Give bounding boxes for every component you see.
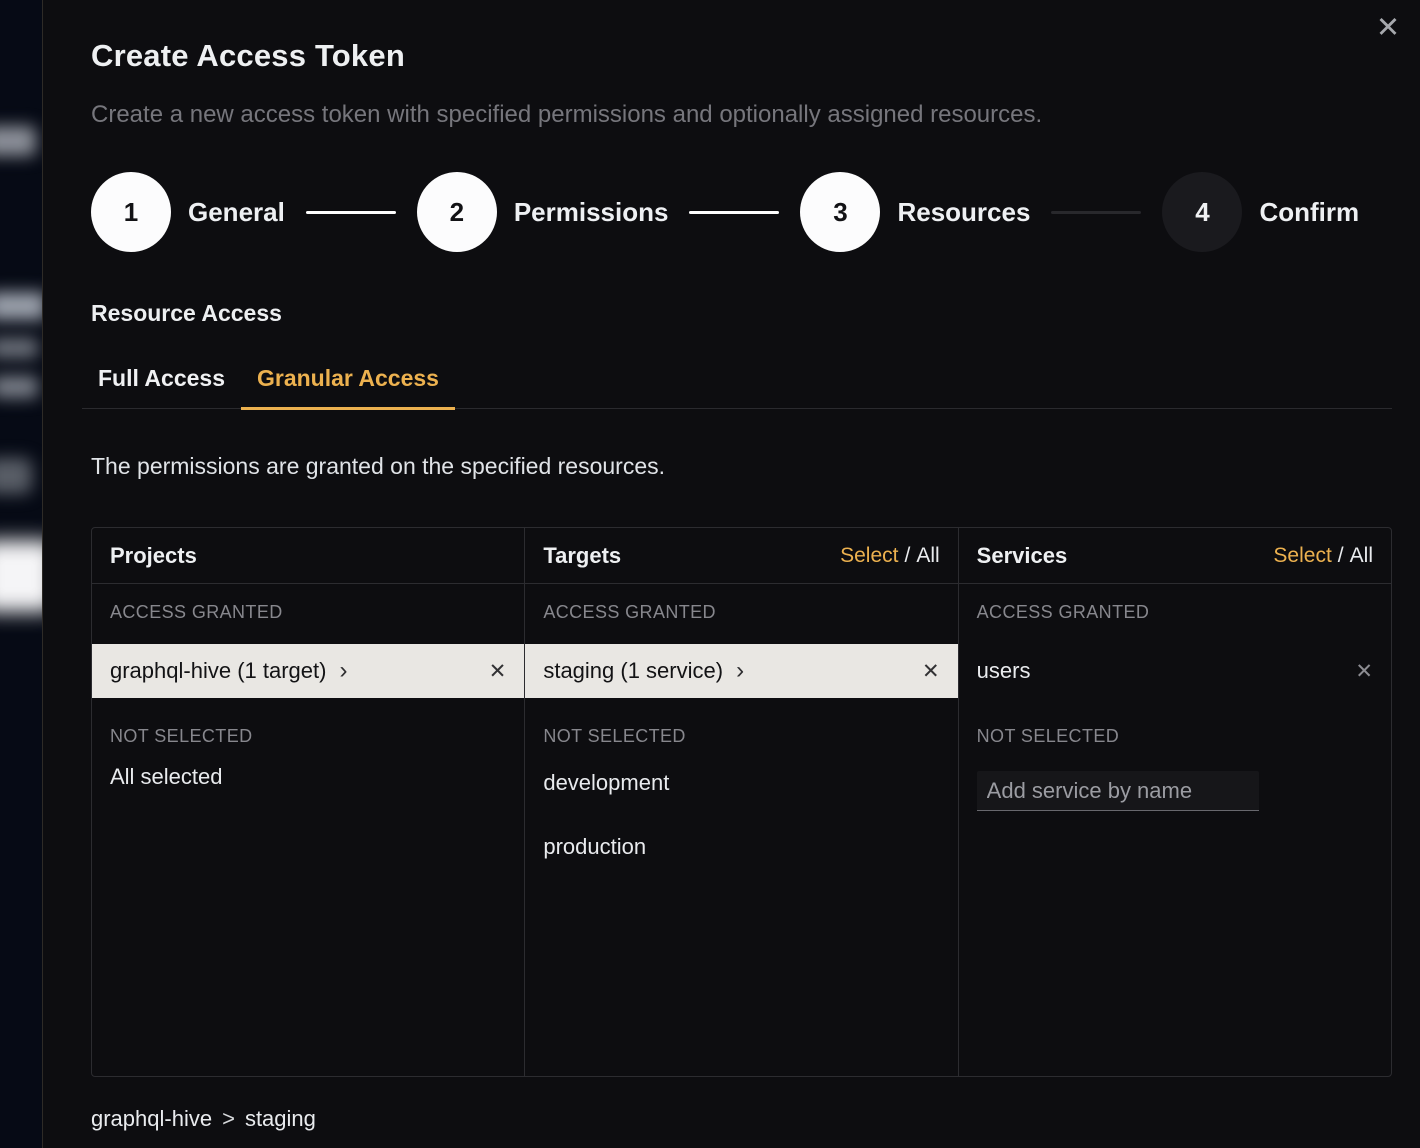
step-general[interactable]: 1 General — [91, 172, 285, 252]
target-option-development[interactable]: development — [525, 755, 957, 811]
add-service-input[interactable] — [977, 771, 1259, 811]
resource-picker-table: Projects ACCESS GRANTED graphql-hive (1 … — [91, 527, 1392, 1077]
services-column-header: Services Select / All — [959, 528, 1391, 584]
remove-target-icon[interactable]: ✕ — [922, 661, 940, 682]
create-access-token-dialog: ✕ Create Access Token Create a new acces… — [42, 0, 1420, 1148]
all-selected-note: All selected — [110, 764, 506, 790]
not-selected-label: NOT SELECTED — [110, 726, 506, 747]
resource-access-heading: Resource Access — [91, 300, 1392, 327]
granular-access-description: The permissions are granted on the speci… — [91, 453, 1392, 480]
access-mode-tabs: Full Access Granular Access — [82, 365, 1392, 409]
column-title: Targets — [543, 543, 621, 569]
step-resources[interactable]: 3 Resources — [800, 172, 1030, 252]
chevron-right-icon[interactable]: › — [736, 659, 744, 683]
dialog-subtitle: Create a new access token with specified… — [91, 101, 1392, 129]
breadcrumb-target: staging — [245, 1106, 316, 1132]
chevron-right-icon[interactable]: › — [339, 659, 347, 683]
target-option-production[interactable]: production — [525, 819, 957, 875]
not-selected-label: NOT SELECTED — [977, 726, 1373, 747]
selected-target-label: staging (1 service) — [543, 658, 723, 684]
blurred-text-line — [0, 338, 38, 358]
breadcrumb-separator: > — [222, 1106, 235, 1132]
step-connector — [306, 211, 396, 214]
page-backdrop — [0, 0, 42, 1148]
not-selected-label: NOT SELECTED — [543, 726, 939, 747]
targets-column: Targets Select / All ACCESS GRANTED stagin… — [525, 528, 958, 1076]
blurred-text-line — [0, 292, 42, 320]
select-separator: / — [904, 544, 910, 567]
all-link[interactable]: All — [1350, 544, 1373, 567]
step-label: Resources — [897, 197, 1030, 228]
tab-granular-access[interactable]: Granular Access — [241, 365, 455, 410]
select-link[interactable]: Select — [840, 544, 898, 567]
step-permissions[interactable]: 2 Permissions — [417, 172, 669, 252]
remove-service-icon[interactable]: ✕ — [1355, 661, 1373, 682]
blurred-icon — [0, 458, 32, 494]
all-link[interactable]: All — [916, 544, 939, 567]
breadcrumb-project: graphql-hive — [91, 1106, 212, 1132]
targets-select-all: Select / All — [840, 544, 940, 568]
step-number-badge: 1 — [91, 172, 171, 252]
granted-service-label: users — [977, 658, 1031, 684]
selected-project-label: graphql-hive (1 target) — [110, 658, 326, 684]
blurred-card — [0, 540, 42, 612]
step-label: General — [188, 197, 285, 228]
step-number-badge: 2 — [417, 172, 497, 252]
dialog-title: Create Access Token — [91, 38, 1392, 74]
step-connector — [689, 211, 779, 214]
remove-project-icon[interactable]: ✕ — [489, 661, 507, 682]
select-link[interactable]: Select — [1273, 544, 1331, 567]
blurred-heading — [0, 126, 36, 156]
step-label: Confirm — [1259, 197, 1359, 228]
step-confirm[interactable]: 4 Confirm — [1162, 172, 1359, 252]
step-number-badge: 3 — [800, 172, 880, 252]
services-select-all: Select / All — [1273, 544, 1373, 568]
select-separator: / — [1338, 544, 1344, 567]
step-number-badge: 4 — [1162, 172, 1242, 252]
selected-project-row[interactable]: graphql-hive (1 target) › ✕ — [92, 644, 524, 698]
column-title: Projects — [110, 543, 197, 569]
tab-full-access[interactable]: Full Access — [82, 365, 241, 410]
projects-column-header: Projects — [92, 528, 524, 584]
step-connector — [1051, 211, 1141, 214]
wizard-stepper: 1 General 2 Permissions 3 Resources 4 Co… — [91, 172, 1392, 252]
granted-service-row[interactable]: users ✕ — [959, 644, 1391, 698]
access-granted-label: ACCESS GRANTED — [543, 602, 939, 623]
projects-column: Projects ACCESS GRANTED graphql-hive (1 … — [92, 528, 525, 1076]
blurred-text-line — [0, 376, 38, 398]
column-title: Services — [977, 543, 1068, 569]
access-granted-label: ACCESS GRANTED — [977, 602, 1373, 623]
services-column: Services Select / All ACCESS GRANTED users… — [959, 528, 1391, 1076]
breadcrumb: graphql-hive > staging — [91, 1106, 1392, 1132]
selected-target-row[interactable]: staging (1 service) › ✕ — [525, 644, 957, 698]
step-label: Permissions — [514, 197, 669, 228]
targets-column-header: Targets Select / All — [525, 528, 957, 584]
access-granted-label: ACCESS GRANTED — [110, 602, 506, 623]
